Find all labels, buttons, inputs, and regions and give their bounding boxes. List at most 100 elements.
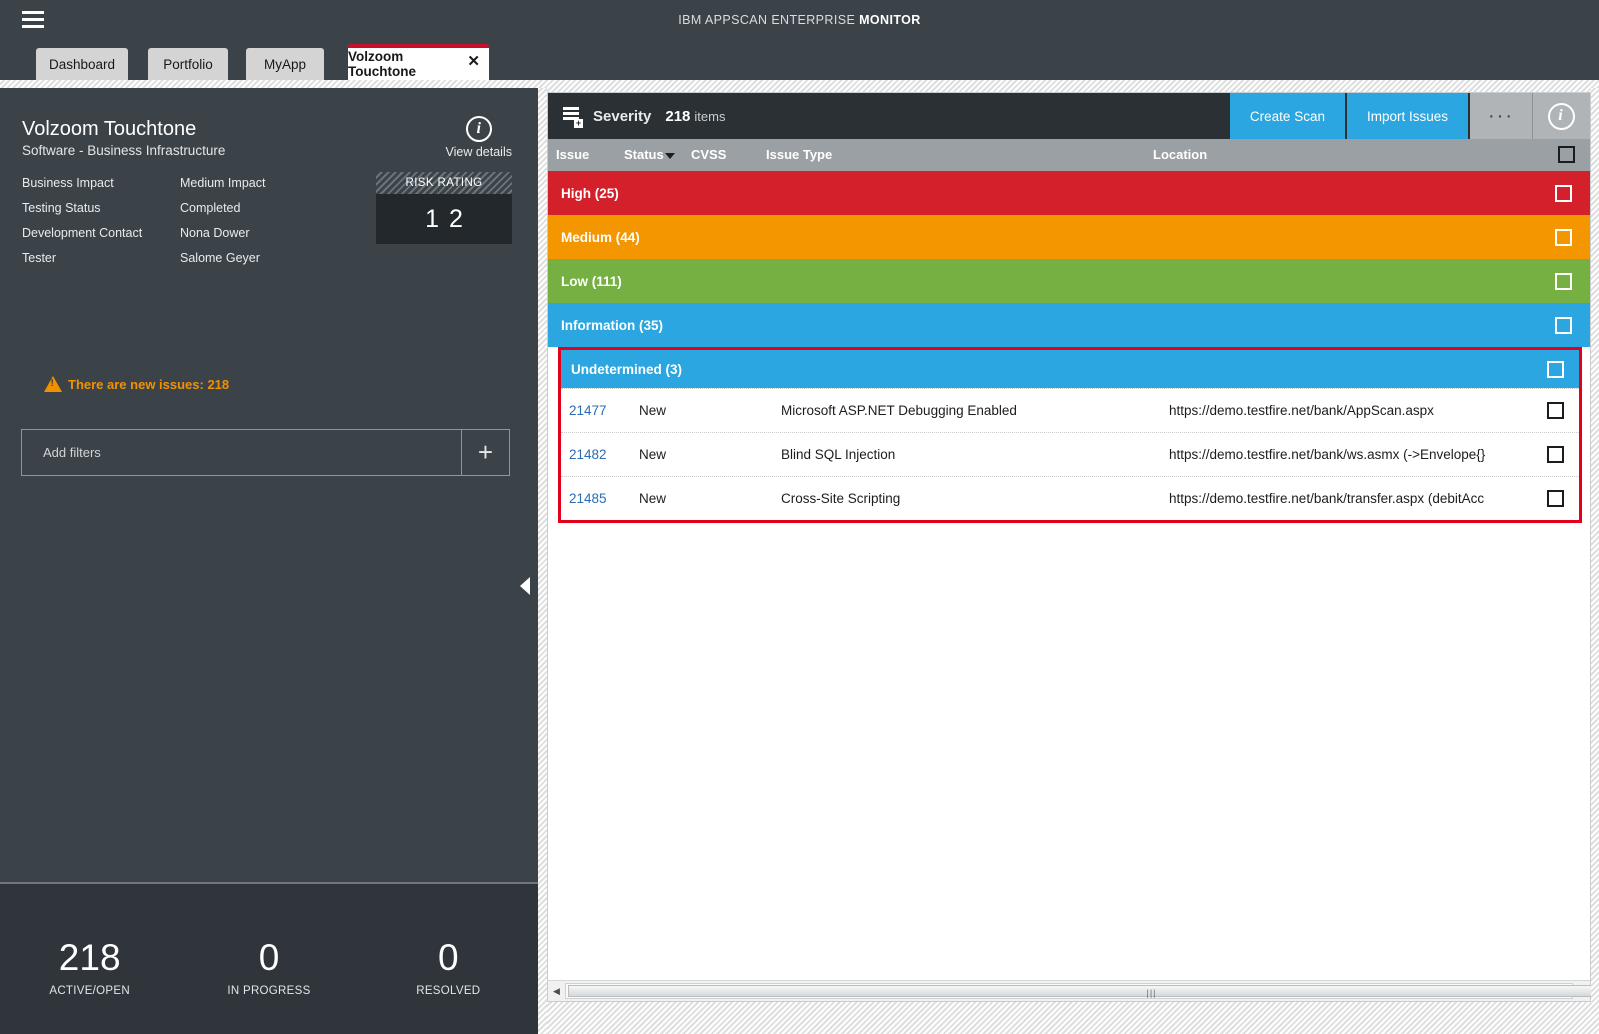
collapse-panel-icon[interactable] — [520, 577, 530, 595]
stat-active-open: 218 ACTIVE/OPEN — [0, 884, 179, 1034]
issue-type: Microsoft ASP.NET Debugging Enabled — [781, 403, 1017, 418]
metadata-key: Business Impact — [22, 176, 180, 190]
scrollbar-grip-icon: ||| — [1146, 988, 1156, 998]
appscan-window: IBM APPSCAN ENTERPRISE MONITOR Dashboard… — [0, 0, 1599, 1034]
tab-portfolio[interactable]: Portfolio — [148, 48, 228, 80]
issues-column-header: Issue Status CVSS Issue Type Location — [548, 139, 1590, 171]
add-filters-box[interactable]: + — [21, 429, 510, 476]
page-title: Volzoom Touchtone — [22, 118, 196, 141]
select-all-checkbox[interactable] — [1558, 146, 1575, 163]
row-checkbox[interactable] — [1547, 402, 1564, 419]
issues-toolbar: + Severity 218 items Create Scan Import … — [548, 93, 1590, 139]
row-checkbox[interactable] — [1555, 317, 1572, 334]
issue-type: Blind SQL Injection — [781, 447, 895, 462]
table-row[interactable]: 21482 New Blind SQL Injection https://de… — [561, 432, 1579, 476]
scrollbar-track[interactable]: ||| — [565, 983, 1573, 999]
row-checkbox[interactable] — [1547, 446, 1564, 463]
issue-location: https://demo.testfire.net/bank/transfer.… — [1169, 491, 1499, 506]
row-checkbox[interactable] — [1547, 361, 1564, 378]
import-issues-button[interactable]: Import Issues — [1345, 93, 1468, 139]
background-hatch-bottom — [547, 1002, 1591, 1034]
stat-number: 0 — [438, 939, 459, 976]
stat-in-progress: 0 IN PROGRESS — [179, 884, 358, 1034]
issue-location: https://demo.testfire.net/bank/ws.asmx (… — [1169, 447, 1499, 462]
horizontal-scrollbar[interactable]: ◀ ||| ▶ — [548, 980, 1590, 1001]
stat-label: RESOLVED — [416, 985, 480, 997]
tab-label: Portfolio — [163, 57, 213, 72]
row-checkbox[interactable] — [1555, 273, 1572, 290]
column-header-issue[interactable]: Issue — [556, 147, 589, 162]
more-options-button[interactable]: ··· — [1468, 93, 1532, 139]
issue-status: New — [639, 403, 666, 418]
table-row[interactable]: 21477 New Microsoft ASP.NET Debugging En… — [561, 388, 1579, 432]
new-issues-alert: There are new issues: 218 — [44, 376, 229, 392]
severity-group-icon: + — [562, 106, 582, 126]
new-issues-text: There are new issues: 218 — [68, 377, 229, 392]
severity-group-label: Medium (44) — [561, 230, 1555, 245]
metadata-key: Testing Status — [22, 201, 180, 215]
column-header-status-label: Status — [624, 147, 664, 162]
issue-id-link[interactable]: 21482 — [569, 447, 607, 462]
page-subtitle: Software - Business Infrastructure — [22, 143, 225, 158]
severity-group-undetermined[interactable]: Undetermined (3) — [561, 350, 1579, 388]
tab-dashboard[interactable]: Dashboard — [36, 48, 128, 80]
issue-id-link[interactable]: 21485 — [569, 491, 607, 506]
tab-label: Dashboard — [49, 57, 115, 72]
severity-group-label: High (25) — [561, 186, 1555, 201]
application-detail-panel: Volzoom Touchtone Software - Business In… — [0, 88, 538, 1034]
group-by-label: Severity — [593, 108, 651, 125]
stat-resolved: 0 RESOLVED — [359, 884, 538, 1034]
risk-rating-value: 12 — [376, 194, 512, 244]
issue-status: New — [639, 491, 666, 506]
issue-type: Cross-Site Scripting — [781, 491, 900, 506]
stat-label: IN PROGRESS — [227, 985, 310, 997]
table-row[interactable]: 21485 New Cross-Site Scripting https://d… — [561, 476, 1579, 520]
column-header-location[interactable]: Location — [1153, 147, 1207, 162]
tab-myapp[interactable]: MyApp — [246, 48, 324, 80]
row-checkbox[interactable] — [1555, 185, 1572, 202]
issues-panel: + Severity 218 items Create Scan Import … — [547, 92, 1591, 1002]
severity-group-medium[interactable]: Medium (44) — [548, 215, 1590, 259]
add-filter-button[interactable]: + — [461, 430, 509, 475]
column-header-issue-type[interactable]: Issue Type — [766, 147, 832, 162]
issue-stats-bar: 218 ACTIVE/OPEN 0 IN PROGRESS 0 RESOLVED — [0, 884, 538, 1034]
close-icon[interactable]: ✕ — [467, 54, 480, 69]
view-details-label: View details — [446, 145, 512, 159]
scroll-left-arrow-icon[interactable]: ◀ — [548, 982, 565, 1000]
info-icon: i — [466, 116, 492, 142]
tab-label: MyApp — [264, 57, 306, 72]
background-hatch-left — [538, 88, 547, 1034]
scrollbar-thumb[interactable]: ||| — [568, 985, 1599, 997]
severity-group-label: Low (111) — [561, 274, 1555, 289]
panel-info-button[interactable]: i — [1532, 93, 1590, 139]
application-metadata: Business Impact Medium Impact Testing St… — [22, 176, 265, 276]
metadata-key: Tester — [22, 251, 180, 265]
row-checkbox[interactable] — [1555, 229, 1572, 246]
item-count-unit: items — [694, 109, 725, 124]
issue-id-link[interactable]: 21477 — [569, 403, 607, 418]
background-hatch-right — [1591, 88, 1599, 1034]
app-title: IBM APPSCAN ENTERPRISE MONITOR — [0, 13, 1599, 27]
sort-descending-icon — [665, 153, 675, 159]
tab-volzoom-touchtone[interactable]: Volzoom Touchtone ✕ — [348, 44, 489, 80]
severity-group-list: High (25) Medium (44) Low (111) Informat… — [548, 171, 1590, 347]
item-count: 218 — [665, 108, 690, 125]
create-scan-button[interactable]: Create Scan — [1230, 93, 1345, 139]
warning-triangle-icon — [44, 376, 62, 392]
severity-group-low[interactable]: Low (111) — [548, 259, 1590, 303]
app-title-bold: MONITOR — [859, 13, 921, 27]
add-filters-input[interactable] — [22, 430, 461, 475]
view-details-button[interactable]: i View details — [446, 116, 512, 159]
metadata-row: Tester Salome Geyer — [22, 251, 265, 265]
severity-group-information[interactable]: Information (35) — [548, 303, 1590, 347]
column-header-cvss[interactable]: CVSS — [691, 147, 726, 162]
severity-group-label: Undetermined (3) — [571, 362, 1547, 377]
severity-group-high[interactable]: High (25) — [548, 171, 1590, 215]
column-header-status[interactable]: Status — [624, 147, 675, 162]
info-icon: i — [1548, 103, 1575, 130]
row-checkbox[interactable] — [1547, 490, 1564, 507]
metadata-value: Nona Dower — [180, 226, 249, 240]
grouping-indicator: + Severity 218 items — [548, 93, 1230, 139]
app-title-prefix: IBM APPSCAN ENTERPRISE — [678, 13, 859, 27]
stat-label: ACTIVE/OPEN — [49, 985, 130, 997]
